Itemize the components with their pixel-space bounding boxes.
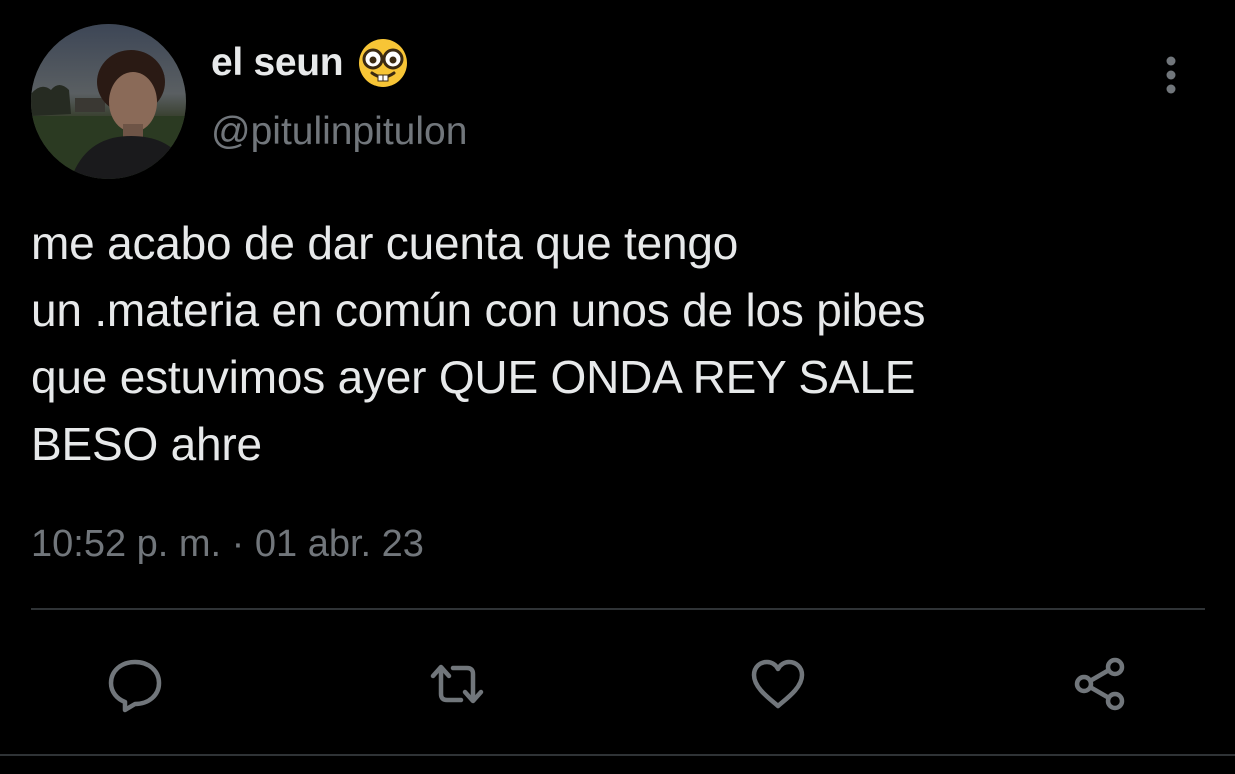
retweet-button[interactable] [427,654,487,714]
avatar[interactable] [31,24,186,179]
divider [31,608,1205,610]
display-name[interactable]: el seun [211,41,344,85]
reply-button[interactable] [105,654,165,714]
more-vertical-icon [1166,56,1176,94]
share-icon [1074,657,1125,711]
like-button[interactable] [748,654,808,714]
display-name-row[interactable]: el seun [211,38,409,88]
retweet-icon [430,664,484,704]
avatar-photo [31,24,186,179]
tweet-timestamp[interactable]: 10:52 p. m. · 01 abr. 23 [31,523,424,566]
bottom-divider [0,754,1235,756]
heart-icon [751,659,805,709]
nerd-face-emoji-icon [357,37,409,89]
user-handle[interactable]: @pitulinpitulon [211,110,467,154]
share-button[interactable] [1070,654,1130,714]
comment-icon [108,659,162,713]
more-options-button[interactable] [1150,52,1192,98]
tweet-text: me acabo de dar cuenta que tengo un .mat… [31,217,926,470]
